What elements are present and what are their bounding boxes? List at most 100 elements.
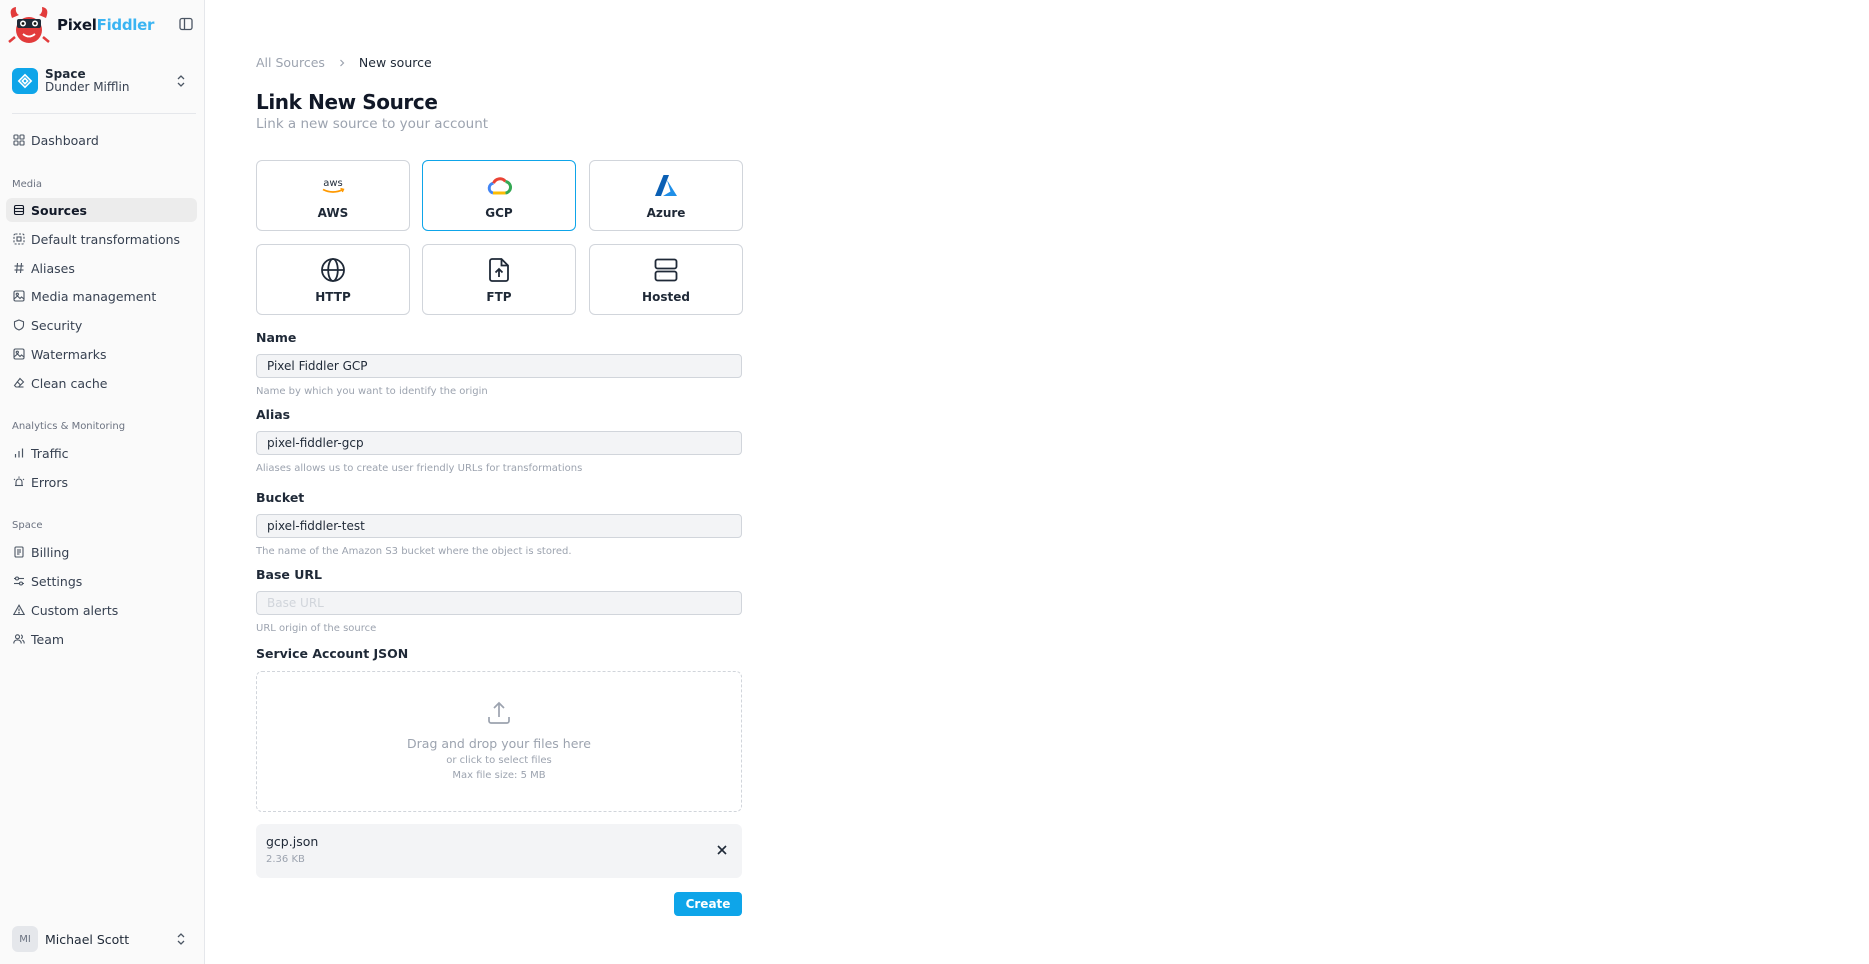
crab-logo-icon — [8, 7, 50, 43]
provider-label: FTP — [486, 289, 512, 304]
user-name: Michael Scott — [45, 931, 130, 947]
sidebar-item-label: Traffic — [31, 445, 69, 461]
sidebar-item-team[interactable]: Team — [6, 627, 197, 651]
sidebar-divider — [12, 113, 196, 114]
page-title: Link New Source — [256, 90, 438, 114]
siren-icon — [13, 476, 25, 487]
bucket-field[interactable] — [256, 514, 742, 538]
users-icon — [13, 634, 25, 644]
bucket-label: Bucket — [256, 490, 305, 505]
dropzone-subtitle: or click to select files — [446, 755, 552, 766]
sidebar-item-media-management[interactable]: Media management — [6, 284, 197, 308]
database-icon — [13, 204, 25, 216]
provider-http[interactable]: HTTP — [256, 244, 410, 315]
provider-ftp[interactable]: FTP — [422, 244, 576, 315]
breadcrumb-all-sources[interactable]: All Sources — [256, 55, 325, 70]
user-menu[interactable]: MI Michael Scott — [12, 926, 195, 952]
provider-hosted[interactable]: Hosted — [589, 244, 743, 315]
file-name: gcp.json — [266, 834, 319, 849]
dropzone-title: Drag and drop your files here — [407, 736, 591, 751]
sidebar-item-dashboard[interactable]: Dashboard — [6, 128, 197, 152]
space-logo-icon — [12, 68, 38, 94]
breadcrumb: All Sources New source — [256, 55, 432, 70]
file-size: 2.36 KB — [266, 854, 305, 865]
sidebar-item-custom-alerts[interactable]: Custom alerts — [6, 598, 197, 622]
sidebar-item-label: Settings — [31, 573, 83, 589]
section-analytics-heading: Analytics & Monitoring — [12, 421, 126, 432]
sidebar-item-clean-cache[interactable]: Clean cache — [6, 371, 197, 395]
receipt-icon — [14, 546, 24, 558]
bar-chart-icon — [14, 448, 24, 458]
sidebar-item-label: Aliases — [31, 260, 75, 276]
dashboard-icon — [13, 134, 25, 146]
provider-label: Azure — [646, 205, 686, 220]
brand-name: PixelFiddler — [57, 16, 155, 34]
sidebar-item-default-transformations[interactable]: Default transformations — [6, 227, 197, 251]
sidebar-item-sources[interactable]: Sources — [6, 198, 197, 222]
provider-azure[interactable]: Azure — [589, 160, 743, 231]
dropzone-max-size: Max file size: 5 MB — [452, 770, 546, 781]
bucket-help: The name of the Amazon S3 bucket where t… — [256, 546, 572, 557]
sidebar-item-security[interactable]: Security — [6, 313, 197, 337]
brand[interactable]: PixelFiddler — [6, 4, 154, 46]
gcp-cloud-icon — [487, 176, 512, 194]
sidebar-item-label: Clean cache — [31, 375, 108, 391]
sidebar-item-traffic[interactable]: Traffic — [6, 441, 197, 465]
watermark-icon — [13, 348, 25, 360]
chevron-right-icon — [339, 59, 345, 66]
sidebar-item-label: Errors — [31, 474, 68, 490]
base-url-field[interactable] — [256, 591, 742, 615]
shield-icon — [13, 319, 25, 331]
eraser-icon — [13, 377, 25, 388]
section-media-heading: Media — [12, 179, 43, 190]
sidebar-item-label: Custom alerts — [31, 602, 119, 618]
sidebar-item-label: Security — [31, 317, 83, 333]
server-icon — [654, 258, 678, 281]
space-switcher[interactable]: Space Dunder Mifflin — [12, 66, 195, 96]
close-icon[interactable] — [716, 844, 728, 856]
sliders-icon — [14, 576, 24, 586]
svg-text:aws: aws — [323, 178, 343, 189]
sidebar-item-label: Default transformations — [31, 231, 181, 247]
hash-icon — [14, 262, 24, 274]
provider-label: Hosted — [642, 289, 690, 304]
upload-icon — [488, 701, 510, 724]
sidebar-item-errors[interactable]: Errors — [6, 470, 197, 494]
provider-gcp[interactable]: GCP — [422, 160, 576, 231]
alert-triangle-icon — [13, 604, 25, 616]
space-name: Dunder Mifflin — [45, 80, 130, 94]
create-button[interactable]: Create — [674, 892, 742, 916]
sidebar-item-label: Watermarks — [31, 346, 107, 362]
sidebar: PixelFiddler Space Dunder Mifflin Dashbo… — [0, 0, 205, 964]
provider-label: HTTP — [315, 289, 351, 304]
file-upload-icon — [489, 257, 509, 282]
file-dropzone[interactable]: Drag and drop your files here or click t… — [256, 671, 742, 812]
breadcrumb-current: New source — [358, 55, 432, 70]
chevron-updown-icon — [177, 75, 185, 87]
name-label: Name — [256, 330, 297, 345]
sidebar-item-label: Media management — [31, 288, 157, 304]
sidebar-item-watermarks[interactable]: Watermarks — [6, 342, 197, 366]
provider-label: AWS — [317, 205, 349, 220]
chevron-updown-icon — [177, 933, 185, 945]
sidebar-toggle-icon[interactable] — [178, 16, 194, 32]
uploaded-file: gcp.json 2.36 KB — [256, 824, 742, 878]
section-space-heading: Space — [12, 520, 43, 531]
aws-icon: aws — [322, 178, 345, 193]
avatar: MI — [12, 926, 38, 952]
alias-field[interactable] — [256, 431, 742, 455]
sidebar-item-settings[interactable]: Settings — [6, 569, 197, 593]
sidebar-item-billing[interactable]: Billing — [6, 540, 197, 564]
sidebar-item-label: Dashboard — [31, 132, 99, 148]
images-icon — [13, 290, 25, 302]
name-field[interactable] — [256, 354, 742, 378]
sidebar-item-label: Sources — [31, 202, 87, 218]
sidebar-item-aliases[interactable]: Aliases — [6, 256, 197, 280]
provider-aws[interactable]: aws AWS — [256, 160, 410, 231]
sidebar-item-label: Billing — [31, 544, 70, 560]
base-url-help: URL origin of the source — [256, 623, 377, 634]
alias-help: Aliases allows us to create user friendl… — [256, 463, 583, 474]
globe-icon — [321, 257, 345, 282]
service-account-label: Service Account JSON — [256, 646, 409, 661]
base-url-label: Base URL — [256, 567, 322, 582]
